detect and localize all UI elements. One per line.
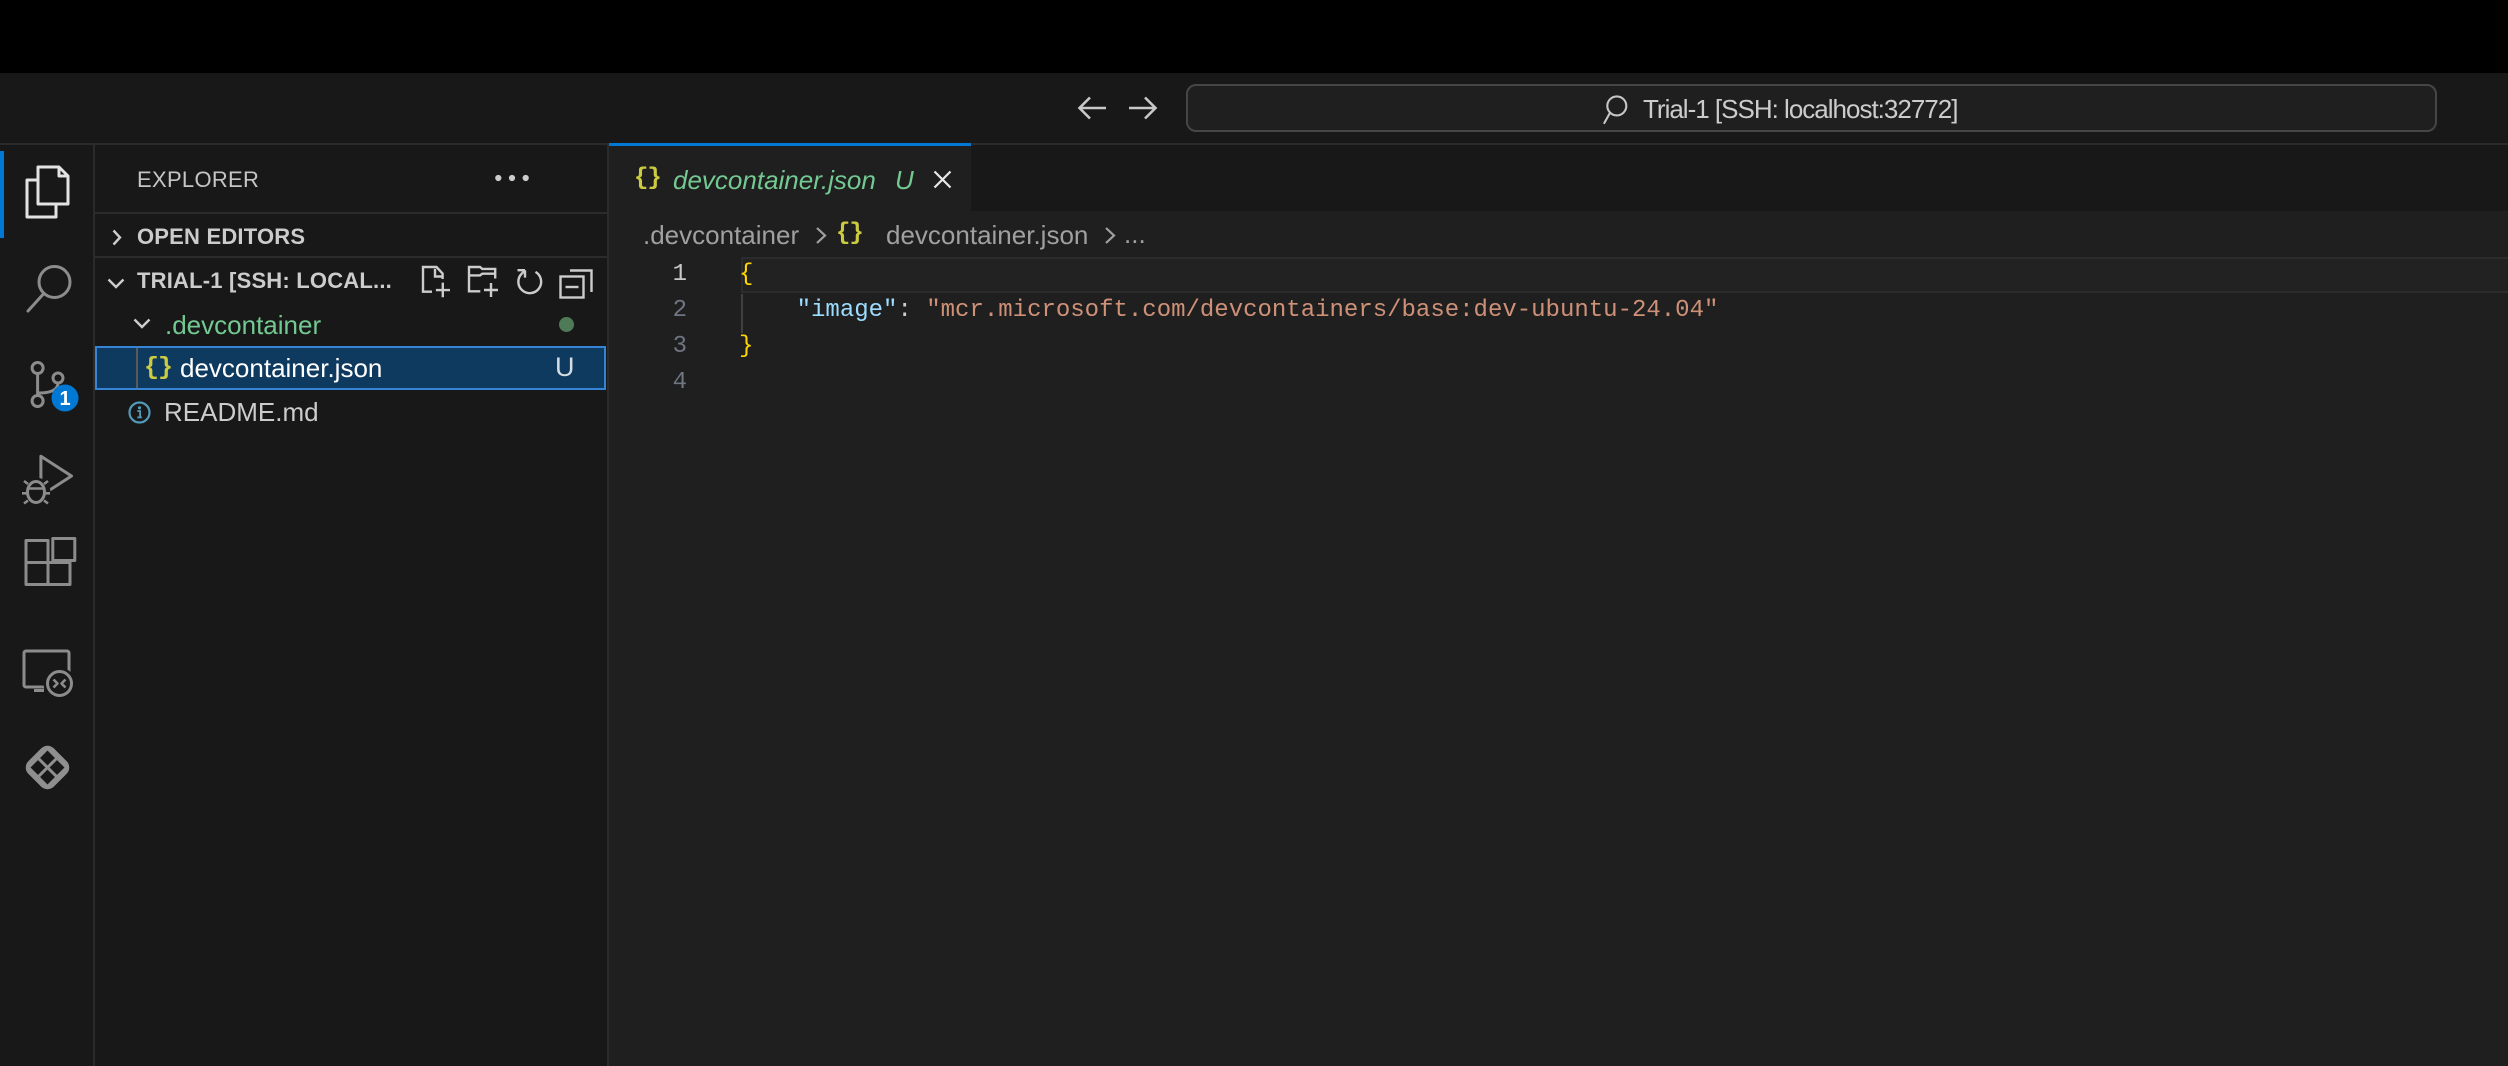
svg-text:1: 1 <box>59 388 70 410</box>
